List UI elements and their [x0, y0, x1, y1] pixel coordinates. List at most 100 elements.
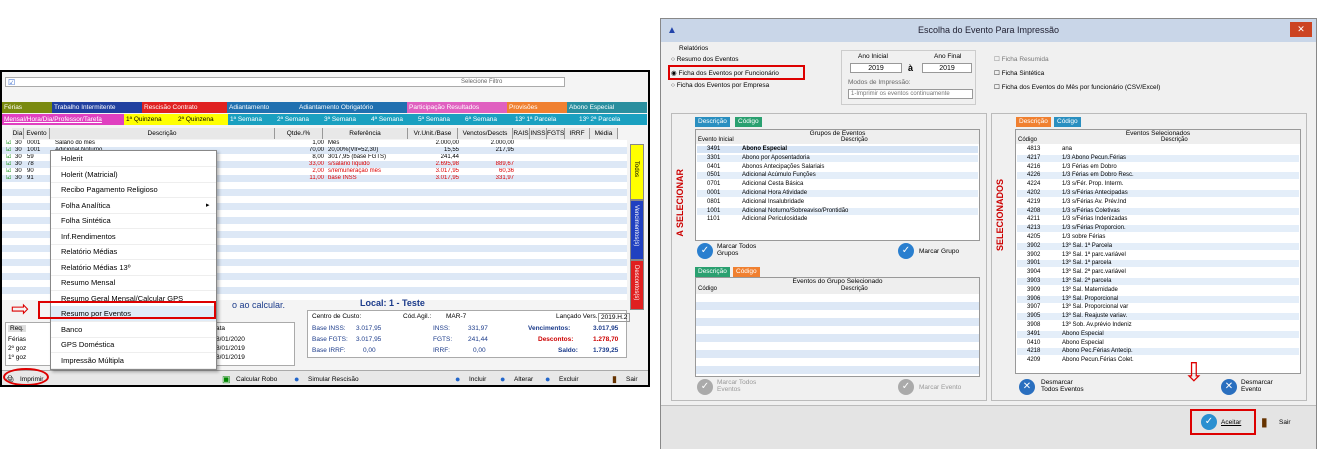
list-item[interactable]: 1101 Adicional Periculosidade: [697, 216, 978, 223]
grupos-list[interactable]: Grupos de Eventos Evento Inicial Descriç…: [695, 129, 980, 241]
tab-intermitente[interactable]: Trabalho Intermitente: [52, 102, 142, 113]
list-item[interactable]: 3491 Abono Especial: [1017, 330, 1299, 338]
list-item[interactable]: 0701 Adicional Cesta Básica: [697, 181, 978, 188]
menu-item[interactable]: Banco: [51, 322, 216, 338]
marcar-todos-grupos-button[interactable]: Marcar Todos Grupos: [717, 243, 757, 257]
menu-item[interactable]: Impressão Múltipla: [51, 353, 216, 369]
tab-sem6[interactable]: 6ª Semana: [463, 114, 513, 125]
uncheck-icon[interactable]: ✕: [1221, 379, 1237, 395]
list-item[interactable]: 3908 13º Sob. Av.prévio Indeniz: [1017, 322, 1299, 329]
eventos-grupo-list[interactable]: Eventos do Grupo Selecionado Código Desc…: [695, 277, 980, 377]
tab-rescisao[interactable]: Rescisão Contrato: [142, 102, 227, 113]
list-item[interactable]: 3905 13º Sal. Reajuste variav.: [1017, 313, 1299, 321]
list-item[interactable]: 3902 13º Sal. 1ª parc.variável: [1017, 252, 1299, 259]
radio-ficha-emp[interactable]: ○ Ficha dos Eventos por Empresa: [671, 82, 769, 89]
list-item[interactable]: 0410 Abono Especial: [1017, 340, 1299, 347]
list-item[interactable]: 4209 Abono Pecun.Férias Colet.: [1017, 357, 1299, 364]
side-tab-vencimentos[interactable]: Vencimentos(s): [630, 200, 644, 260]
tab-sem2[interactable]: 2ª Semana: [275, 114, 322, 125]
menu-item[interactable]: Relatório Médias: [51, 244, 216, 260]
simular-rescisao-button[interactable]: Simular Rescisão: [308, 376, 359, 383]
tab-sem3[interactable]: 3ª Semana: [322, 114, 369, 125]
side-tab-todos[interactable]: Todos: [630, 144, 644, 200]
tab-2quinz[interactable]: 2ª Quinzena: [176, 114, 228, 125]
list-item[interactable]: 3301 Abono por Aposentadoria: [697, 154, 978, 162]
tab-descricao-2[interactable]: Descrição: [695, 267, 730, 277]
menu-item[interactable]: Holerit (Matricial): [51, 167, 216, 183]
check-csv[interactable]: ☐ Ficha dos Eventos do Mês por funcionár…: [994, 83, 1160, 91]
menu-item[interactable]: Recibo Pagamento Religioso: [51, 182, 216, 198]
check-sintetica[interactable]: ☐ Ficha Sintética: [994, 69, 1044, 77]
menu-item[interactable]: Folha Analítica: [51, 198, 216, 214]
marcar-grupo-button[interactable]: Marcar Grupo: [919, 248, 959, 255]
tab-mensal[interactable]: Mensal/Hora/Dia/Professor/Tarefa: [2, 114, 124, 125]
menu-item[interactable]: Resumo Mensal: [51, 275, 216, 291]
ano-ini-input[interactable]: 2019: [850, 63, 902, 73]
list-item[interactable]: 4211 1/3 s/Férias Indenizadas: [1017, 216, 1299, 223]
tab-codigo[interactable]: Código: [735, 117, 762, 127]
list-item[interactable]: 3909 13º Sal. Maternidade: [1017, 287, 1299, 294]
side-tab-descontos[interactable]: Descontos(s): [630, 260, 644, 310]
desmarcar-evento-button[interactable]: Desmarcar Evento: [1241, 379, 1286, 393]
modo-select[interactable]: 1-Imprimir os eventos continuamente: [848, 89, 973, 99]
list-item[interactable]: 4217 1/3 Abono Pecun.Férias: [1017, 154, 1299, 162]
list-item[interactable]: 4205 1/3 sobre Férias: [1017, 234, 1299, 241]
tab-sem5[interactable]: 5ª Semana: [416, 114, 463, 125]
tab-descricao-3[interactable]: Descrição: [1016, 117, 1051, 127]
check-icon[interactable]: ✓: [697, 243, 713, 259]
list-item[interactable]: 3904 13º Sal. 2ª parc.variável: [1017, 269, 1299, 276]
list-item[interactable]: 3902 13º Sal. 1ª Parcela: [1017, 242, 1299, 250]
list-item[interactable]: 0801 Adicional Insalubridade: [697, 199, 978, 206]
list-item[interactable]: 3907 13º Sal. Proporcional var: [1017, 304, 1299, 311]
check-icon[interactable]: ✓: [1201, 414, 1217, 430]
row-check-icon[interactable]: ☑: [6, 154, 11, 161]
tab-abono[interactable]: Abono Especial: [567, 102, 647, 113]
filter-input[interactable]: ☑ Selecione Filtro: [5, 77, 565, 87]
dialog-sair-button[interactable]: Sair: [1279, 419, 1291, 426]
incluir-button[interactable]: Incluir: [469, 376, 486, 383]
list-item[interactable]: 0001 Adicional Hora Atividade: [697, 190, 978, 197]
row-check-icon[interactable]: ☑: [6, 140, 11, 147]
list-item[interactable]: 4218 Abono Pec.Férias Antecip.: [1017, 348, 1299, 356]
list-item[interactable]: 3901 13º Sal. 1ª parcela: [1017, 260, 1299, 268]
uncheck-icon[interactable]: ✕: [1019, 379, 1035, 395]
tab-1quinz[interactable]: 1ª Quinzena: [124, 114, 176, 125]
aceitar-button[interactable]: Aceitar: [1221, 419, 1241, 426]
check-icon[interactable]: ✓: [898, 243, 914, 259]
tab-13-2[interactable]: 13º 2ª Parcela: [577, 114, 647, 125]
list-item[interactable]: 4213 1/3 s/Férias Proporcion.: [1017, 225, 1299, 233]
menu-item[interactable]: Holerit: [51, 151, 216, 167]
ano-fim-input[interactable]: 2019: [922, 63, 972, 73]
list-item[interactable]: 4202 1/3 s/Férias Antecipadas: [1017, 190, 1299, 197]
list-item[interactable]: 0401 Abonos Antecipações Salariais: [697, 164, 978, 171]
list-item[interactable]: 4208 1/3 s/Férias Coletivas: [1017, 207, 1299, 215]
menu-item[interactable]: Relatório Médias 13º: [51, 260, 216, 276]
alterar-button[interactable]: Alterar: [514, 376, 533, 383]
desmarcar-todos-button[interactable]: Desmarcar Todos Eventos: [1041, 379, 1091, 393]
marcar-todos-eventos-button[interactable]: Marcar Todos Eventos: [717, 379, 762, 393]
tab-sem4[interactable]: 4ª Semana: [369, 114, 416, 125]
table-row[interactable]: 30 0001 Salário do mês 1,00 Mês 2.000,00 2.000…: [5, 140, 620, 147]
menu-item[interactable]: Folha Sintética: [51, 213, 216, 229]
row-check-icon[interactable]: ☑: [6, 161, 11, 168]
excluir-button[interactable]: Excluir: [559, 376, 579, 383]
menu-item[interactable]: Inf.Rendimentos: [51, 229, 216, 245]
marcar-evento-button[interactable]: Marcar Evento: [919, 384, 961, 391]
list-item[interactable]: 3903 13º Sal. 2ª parcela: [1017, 278, 1299, 285]
list-item[interactable]: 0501 Adicional Acúmulo Funções: [697, 172, 978, 180]
tab-ferias[interactable]: Férias: [2, 102, 52, 113]
list-item[interactable]: 4219 1/3 s/Férias Av. Prév.Ind: [1017, 199, 1299, 206]
list-item[interactable]: 4226 1/3 Férias em Dobro Resc.: [1017, 172, 1299, 180]
tab-adiant-obrig[interactable]: Adiantamento Obrigatório: [297, 102, 407, 113]
tab-codigo-2[interactable]: Código: [733, 267, 760, 277]
sair-button[interactable]: Sair: [626, 376, 638, 383]
tab-participacao[interactable]: Participação Resultados: [407, 102, 507, 113]
check-resumida[interactable]: ☐ Ficha Resumida: [994, 55, 1049, 63]
tab-sem1[interactable]: 1ª Semana: [228, 114, 275, 125]
tab-provisoes[interactable]: Provisões: [507, 102, 567, 113]
tab-descricao[interactable]: Descrição: [695, 117, 730, 127]
list-item[interactable]: 3906 13º Sal. Proporcional: [1017, 295, 1299, 303]
row-check-icon[interactable]: ☑: [6, 175, 11, 182]
list-item[interactable]: 3491 Abono Especial: [697, 146, 978, 153]
menu-item[interactable]: GPS Doméstica: [51, 337, 216, 353]
